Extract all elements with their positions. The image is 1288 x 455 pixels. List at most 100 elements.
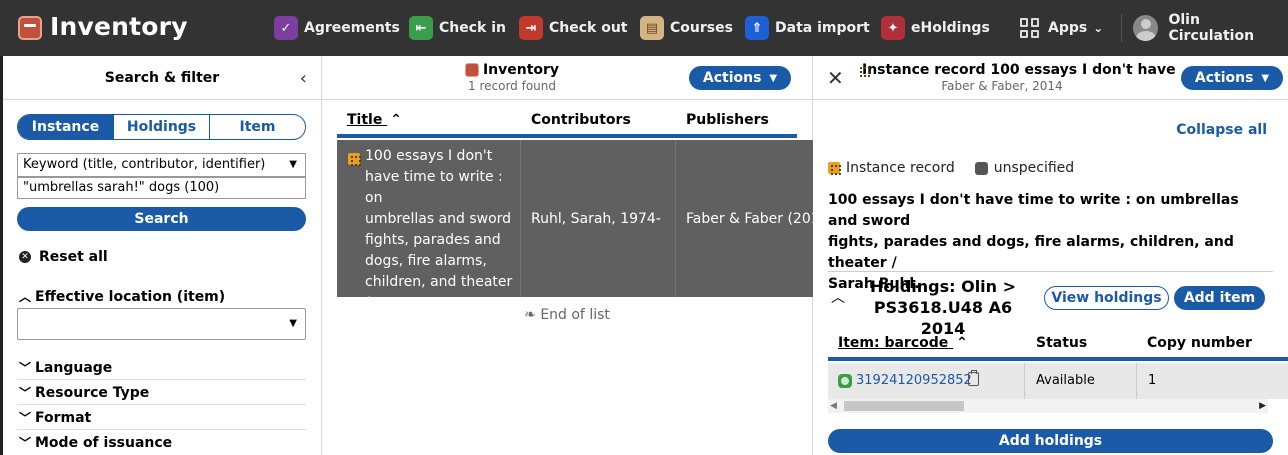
instance-detail-pane: ✕ Instance record 100 essays I don't hav… <box>813 56 1288 455</box>
publishers-cell: Faber & Faber (2014 <box>686 211 829 227</box>
column-header-status[interactable]: Status <box>1036 335 1087 351</box>
apps-menu-button[interactable]: Apps ⌄ <box>1020 15 1103 41</box>
record-meta: Instance record unspecified <box>828 160 1074 176</box>
search-input[interactable]: "umbrellas sarah!" dogs (100) <box>17 177 306 199</box>
column-header-title[interactable]: Title ⌃ <box>347 112 402 128</box>
filter-mode-of-issuance[interactable]: ﹀ Mode of issuance <box>19 434 172 451</box>
detail-title: Instance record 100 essays I don't have … <box>857 62 1177 78</box>
filter-label: Effective location (item) <box>35 288 226 305</box>
nav-label: Check out <box>549 20 628 36</box>
divider <box>17 429 306 430</box>
divider <box>17 404 306 405</box>
add-item-button[interactable]: Add item <box>1174 286 1265 310</box>
column-header-copy-number[interactable]: Copy number <box>1147 335 1252 351</box>
segment-instance[interactable]: Instance <box>18 115 114 139</box>
holdings-title[interactable]: Holdings: Olin > PS3618.U48 A6 2014 <box>853 276 1033 339</box>
divider <box>1121 14 1122 42</box>
column-header-barcode[interactable]: Item: barcode ⌃ <box>838 335 968 351</box>
results-title: Inventory <box>322 62 702 78</box>
nav-data-import[interactable]: ⇑ Data import <box>745 15 870 41</box>
eholdings-icon: ✦ <box>881 16 905 40</box>
view-holdings-button[interactable]: View holdings <box>1044 286 1169 310</box>
location-select[interactable]: ▼ <box>17 308 306 340</box>
courses-icon: ▤ <box>640 16 664 40</box>
chevron-down-icon: ﹀ <box>19 411 32 425</box>
filter-effective-location[interactable]: ︿ Effective location (item) <box>19 288 225 305</box>
chevron-up-icon[interactable]: ︿ <box>831 287 845 307</box>
close-icon[interactable]: ✕ <box>827 66 844 90</box>
nav-label: Courses <box>670 20 733 36</box>
end-of-list-label: End of list <box>540 307 610 323</box>
holdings-title-line: Holdings: Olin > <box>869 277 1017 296</box>
search-button[interactable]: Search <box>17 207 306 231</box>
segment-holdings[interactable]: Holdings <box>114 115 210 139</box>
pane-title: Search & filter <box>104 70 220 86</box>
barcode-link[interactable]: 31924120952852 <box>856 373 972 388</box>
chevron-down-icon: ﹀ <box>19 436 32 450</box>
nav-check-in[interactable]: ⇤ Check in <box>409 15 506 41</box>
title-line: 100 essays I don't <box>365 148 493 164</box>
cell-divider <box>675 140 676 297</box>
apps-label: Apps <box>1048 20 1088 36</box>
detail-actions-button[interactable]: Actions ▼ <box>1181 66 1283 90</box>
collapse-pane-chevron-icon[interactable]: ‹ <box>300 68 307 89</box>
results-actions-button[interactable]: Actions ▼ <box>689 66 791 90</box>
scrollbar-thumb[interactable] <box>844 401 964 411</box>
chevron-down-icon: ﹀ <box>19 386 32 400</box>
caret-down-icon: ▼ <box>769 72 778 84</box>
check-out-icon: ⇥ <box>519 16 543 40</box>
column-label: Item: barcode <box>838 335 949 351</box>
segment-control: Instance Holdings Item <box>17 114 306 140</box>
nav-check-out[interactable]: ⇥ Check out <box>519 15 628 41</box>
column-header-publishers[interactable]: Publishers <box>686 112 769 128</box>
inventory-logo-icon <box>18 16 42 40</box>
filter-format[interactable]: ﹀ Format <box>19 409 91 426</box>
nav-eholdings[interactable]: ✦ eHoldings <box>881 15 990 41</box>
cell-divider <box>520 140 521 297</box>
actions-label: Actions <box>1194 70 1254 86</box>
end-of-list-icon: ❧ <box>524 307 536 323</box>
table-row[interactable]: 31924120952852 Available 1 <box>828 363 1288 399</box>
title-line: fights, parades and dogs, fire alarms, c… <box>828 234 1234 271</box>
chevron-down-icon: ⌄ <box>1093 21 1104 35</box>
reset-all-button[interactable]: ✕ Reset all <box>19 249 108 265</box>
nav-courses[interactable]: ▤ Courses <box>640 15 733 41</box>
segment-item[interactable]: Item <box>210 115 305 139</box>
apps-grid-icon <box>1020 18 1040 38</box>
scroll-right-icon[interactable]: ▶ <box>1259 399 1266 413</box>
reset-label: Reset all <box>39 249 108 265</box>
results-pane: Inventory 1 record found Actions ▼ Title… <box>322 56 829 455</box>
table-row[interactable]: 100 essays I don't have time to write : … <box>337 140 829 332</box>
horizontal-scrollbar[interactable]: ◀ ▶ <box>828 399 1268 413</box>
column-header-contributors[interactable]: Contributors <box>531 112 631 128</box>
status-cell: Available <box>1036 373 1095 388</box>
sort-ascending-icon: ⌃ <box>390 112 402 128</box>
results-title-text: Inventory <box>482 62 560 78</box>
filter-resource-type[interactable]: ﹀ Resource Type <box>19 384 149 401</box>
filter-language[interactable]: ﹀ Language <box>19 359 112 376</box>
holdings-title-line: PS3618.U48 A6 2014 <box>873 298 1013 338</box>
search-option-select[interactable]: Keyword (title, contributor, identifier)… <box>17 153 306 177</box>
add-holdings-button[interactable]: Add holdings <box>828 429 1273 453</box>
copy-clipboard-icon[interactable] <box>968 370 979 386</box>
scroll-left-icon[interactable]: ◀ <box>830 399 837 413</box>
app-title[interactable]: Inventory <box>50 12 188 41</box>
column-label: Title <box>347 112 383 128</box>
nav-agreements[interactable]: ✓ Agreements <box>274 15 400 41</box>
filter-label: Language <box>35 359 113 376</box>
collapse-all-button[interactable]: Collapse all <box>1176 122 1267 138</box>
title-line: umbrellas and sword <box>365 211 512 227</box>
agreements-icon: ✓ <box>274 16 298 40</box>
search-filter-pane: Search & filter ‹ Instance Holdings Item… <box>0 56 322 455</box>
header-rule <box>337 134 797 138</box>
chevron-down-icon: ﹀ <box>19 361 32 375</box>
title-line: fights, parades and <box>365 232 501 248</box>
instance-record-icon <box>348 153 361 166</box>
user-menu-button[interactable]: Olin Circulation <box>1133 12 1288 44</box>
status-icon <box>974 161 988 175</box>
title-line: dogs, fire alarms, <box>365 253 487 269</box>
divider <box>17 379 306 380</box>
record-status: unspecified <box>993 160 1075 176</box>
caret-down-icon: ▼ <box>289 318 297 329</box>
pane-header: ✕ Instance record 100 essays I don't hav… <box>813 56 1288 100</box>
